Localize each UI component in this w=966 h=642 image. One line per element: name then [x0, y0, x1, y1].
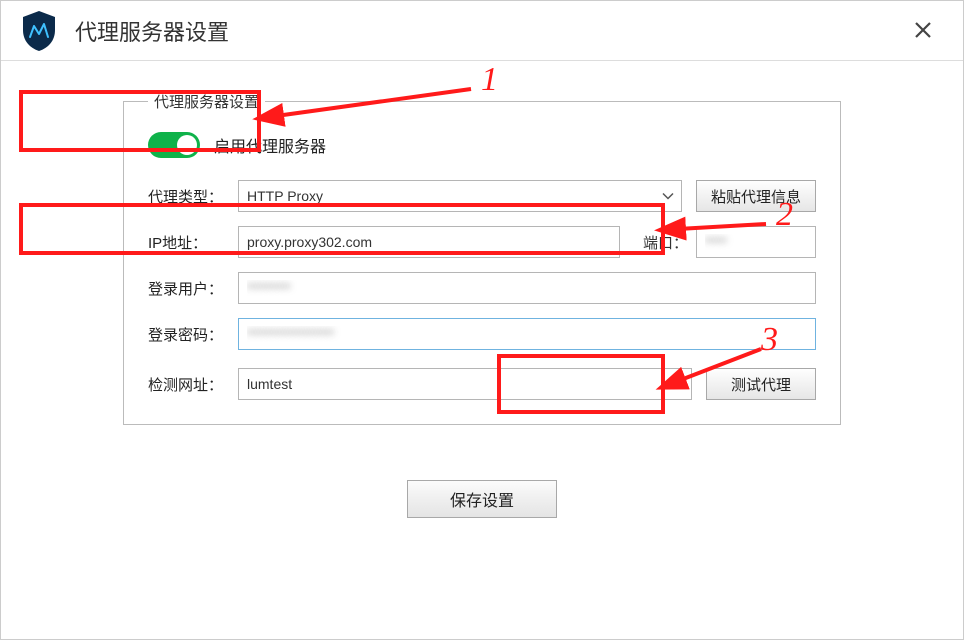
test-url-row: 检测网址： 测试代理: [148, 368, 816, 400]
save-settings-button[interactable]: 保存设置: [407, 480, 557, 518]
password-label: 登录密码：: [148, 324, 238, 345]
close-button[interactable]: [903, 14, 943, 48]
test-url-select-wrap: [238, 368, 692, 400]
ip-address-input[interactable]: [238, 226, 620, 258]
proxy-type-select-wrap: [238, 180, 682, 212]
enable-proxy-row: 启用代理服务器: [148, 132, 816, 158]
ip-port-row: IP地址： 端口：: [148, 226, 816, 258]
fieldset-legend: 代理服务器设置: [148, 91, 265, 112]
close-icon: [913, 20, 933, 40]
username-input[interactable]: [238, 272, 816, 304]
save-row: 保存设置: [121, 480, 843, 518]
password-input[interactable]: [238, 318, 816, 350]
test-url-select[interactable]: [238, 368, 692, 400]
toggle-knob-icon: [177, 135, 197, 155]
dialog-window: 代理服务器设置 代理服务器设置 启用代理服务器 代理类型：: [0, 0, 964, 640]
port-label: 端口：: [630, 232, 688, 253]
ip-address-label: IP地址：: [148, 232, 238, 253]
proxy-type-label: 代理类型：: [148, 186, 238, 207]
paste-proxy-info-button[interactable]: 粘贴代理信息: [696, 180, 816, 212]
username-row: 登录用户：: [148, 272, 816, 304]
enable-proxy-label: 启用代理服务器: [214, 133, 326, 157]
test-url-label: 检测网址：: [148, 374, 238, 395]
username-label: 登录用户：: [148, 278, 238, 299]
test-proxy-button[interactable]: 测试代理: [706, 368, 816, 400]
proxy-type-row: 代理类型： 粘贴代理信息: [148, 180, 816, 212]
app-shield-icon: [21, 10, 57, 52]
enable-proxy-toggle[interactable]: [148, 132, 200, 158]
proxy-settings-group: 代理服务器设置 启用代理服务器 代理类型： 粘贴代理信息: [123, 91, 841, 425]
password-row: 登录密码：: [148, 318, 816, 350]
titlebar: 代理服务器设置: [1, 1, 963, 61]
port-input[interactable]: [696, 226, 816, 258]
proxy-type-select[interactable]: [238, 180, 682, 212]
dialog-content: 代理服务器设置 启用代理服务器 代理类型： 粘贴代理信息: [1, 61, 963, 518]
dialog-title: 代理服务器设置: [75, 15, 229, 47]
